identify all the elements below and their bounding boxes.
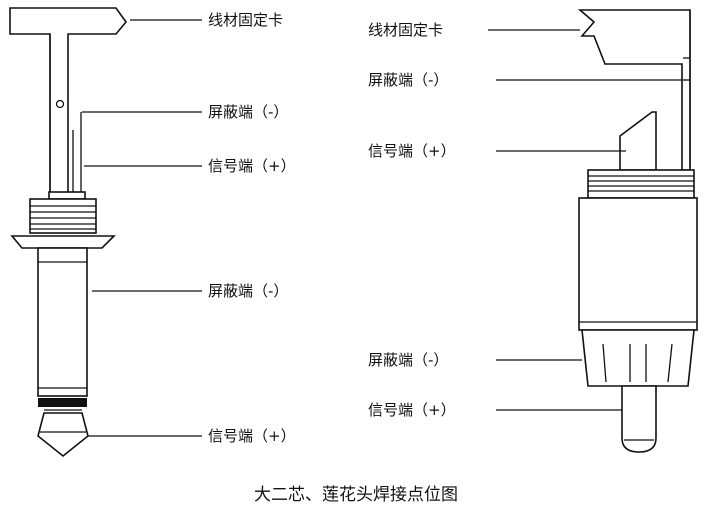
right-label-shield-sleeve: 屏蔽端（-） xyxy=(368,351,448,369)
left-thread xyxy=(29,198,97,234)
diagram-caption: 大二芯、莲花头焊接点位图 xyxy=(254,485,458,505)
right-label-clamp: 线材固定卡 xyxy=(368,21,443,39)
left-sleeve xyxy=(37,247,88,397)
right-signal-lug xyxy=(619,111,657,171)
right-label-signal-top: 信号端（+） xyxy=(368,142,456,160)
rca-plug xyxy=(577,9,698,453)
right-body xyxy=(578,197,698,331)
left-cable-clamp xyxy=(9,7,128,197)
large-two-core-plug xyxy=(9,7,128,458)
right-label-shield-top: 屏蔽端（-） xyxy=(368,71,448,89)
wiring-diagram: 线材固定卡 屏蔽端（-） 信号端（+） 屏蔽端（-） 信号端（+） 线材固定卡 … xyxy=(9,7,698,505)
left-tip xyxy=(37,412,89,458)
right-label-signal-tip: 信号端（+） xyxy=(368,401,456,419)
right-center-pin xyxy=(621,385,657,453)
left-label-shield-top: 屏蔽端（-） xyxy=(208,103,288,121)
left-insulator-ring xyxy=(38,398,87,407)
left-label-clamp: 线材固定卡 xyxy=(208,11,283,29)
right-thread xyxy=(587,169,695,199)
left-label-signal-tip: 信号端（+） xyxy=(208,427,296,445)
left-label-signal-top: 信号端（+） xyxy=(208,157,296,175)
left-label-shield-sleeve: 屏蔽端（-） xyxy=(208,282,288,300)
left-leaders xyxy=(82,19,202,437)
right-shield-fingers xyxy=(581,329,695,387)
